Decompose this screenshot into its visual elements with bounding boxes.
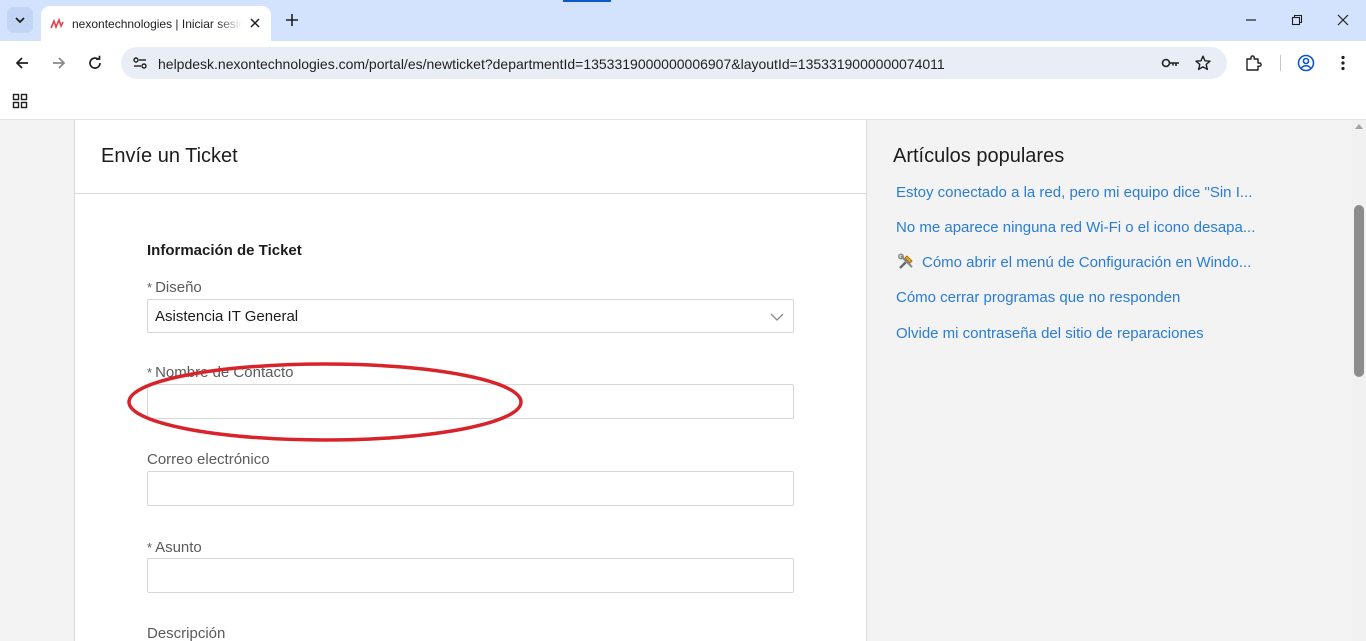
- profile-icon[interactable]: [1293, 50, 1319, 76]
- password-key-icon[interactable]: [1159, 51, 1183, 75]
- reload-icon: [89, 55, 101, 69]
- tools-icon: [896, 252, 916, 272]
- scrollbar-thumb[interactable]: [1354, 205, 1364, 377]
- close-icon: [1337, 14, 1349, 26]
- plus-icon: [286, 14, 298, 26]
- email-field[interactable]: [147, 471, 794, 506]
- chevron-down-icon: [15, 17, 25, 24]
- description-label: Descripción: [147, 625, 226, 641]
- browser-tabstrip: nexontechnologies | Iniciar sesión: [0, 0, 1366, 41]
- new-tab-button[interactable]: [280, 8, 304, 32]
- star-bookmark-icon[interactable]: [1191, 51, 1215, 75]
- layout-select-value: Asistencia IT General: [155, 308, 299, 325]
- article-label: Cómo abrir el menú de Configuración en W…: [922, 253, 1252, 271]
- email-label: Correo electrónico: [147, 451, 270, 468]
- tab-title: nexontechnologies | Iniciar sesión: [72, 16, 242, 31]
- article-link[interactable]: Olvide mi contraseña del sitio de repara…: [896, 325, 1204, 342]
- annotation-ellipse: [127, 362, 523, 442]
- browser-toolbar: helpdesk.nexontechnologies.com/portal/es…: [0, 41, 1366, 85]
- reload-button[interactable]: [82, 50, 108, 76]
- article-link[interactable]: Cómo abrir el menú de Configuración en W…: [896, 252, 1251, 272]
- more-menu-icon[interactable]: [1330, 50, 1356, 76]
- layout-label: * Diseño: [147, 279, 202, 296]
- site-info-icon[interactable]: [128, 51, 152, 75]
- close-tab-icon[interactable]: [247, 15, 263, 31]
- apps-grid-icon[interactable]: [10, 91, 30, 111]
- scroll-up-arrow-icon[interactable]: [1355, 124, 1363, 129]
- card-header: Envíe un Ticket: [75, 120, 866, 194]
- required-marker: *: [147, 280, 153, 295]
- close-window-button[interactable]: [1320, 5, 1366, 35]
- tab-search-button[interactable]: [7, 7, 33, 33]
- subject-label: * Asunto: [147, 539, 202, 556]
- url-text[interactable]: helpdesk.nexontechnologies.com/portal/es…: [158, 56, 945, 72]
- section-title: Información de Ticket: [147, 242, 302, 259]
- article-link[interactable]: No me aparece ninguna red Wi-Fi o el ico…: [896, 219, 1255, 236]
- minimize-icon: [1246, 19, 1256, 21]
- restore-icon: [1291, 14, 1303, 26]
- page-content: Envíe un Ticket Información de Ticket * D…: [0, 120, 1366, 641]
- extensions-icon[interactable]: [1240, 50, 1266, 76]
- article-link[interactable]: Estoy conectado a la red, pero mi equipo…: [896, 184, 1252, 201]
- restore-button[interactable]: [1274, 5, 1320, 35]
- bookmarks-bar: [0, 85, 1366, 120]
- layout-select[interactable]: Asistencia IT General: [147, 299, 794, 333]
- toolbar-divider: [1280, 55, 1281, 71]
- page-scrollbar[interactable]: [1352, 120, 1366, 641]
- minimize-button[interactable]: [1228, 5, 1274, 35]
- tabstrip-indicator: [563, 0, 611, 2]
- chevron-down-icon: [769, 309, 785, 325]
- arrow-right-icon: [53, 57, 66, 69]
- article-link[interactable]: Cómo cerrar programas que no responden: [896, 289, 1180, 306]
- arrow-left-icon: [15, 57, 28, 69]
- site-favicon-icon: [50, 17, 64, 31]
- subject-field[interactable]: [147, 558, 794, 593]
- required-marker: *: [147, 540, 153, 555]
- address-bar[interactable]: helpdesk.nexontechnologies.com/portal/es…: [121, 47, 1227, 79]
- sidebar-title: Artículos populares: [893, 145, 1065, 167]
- back-button[interactable]: [9, 50, 35, 76]
- forward-button[interactable]: [46, 50, 72, 76]
- page-title: Envíe un Ticket: [101, 145, 238, 167]
- browser-tab[interactable]: nexontechnologies | Iniciar sesión: [41, 6, 271, 41]
